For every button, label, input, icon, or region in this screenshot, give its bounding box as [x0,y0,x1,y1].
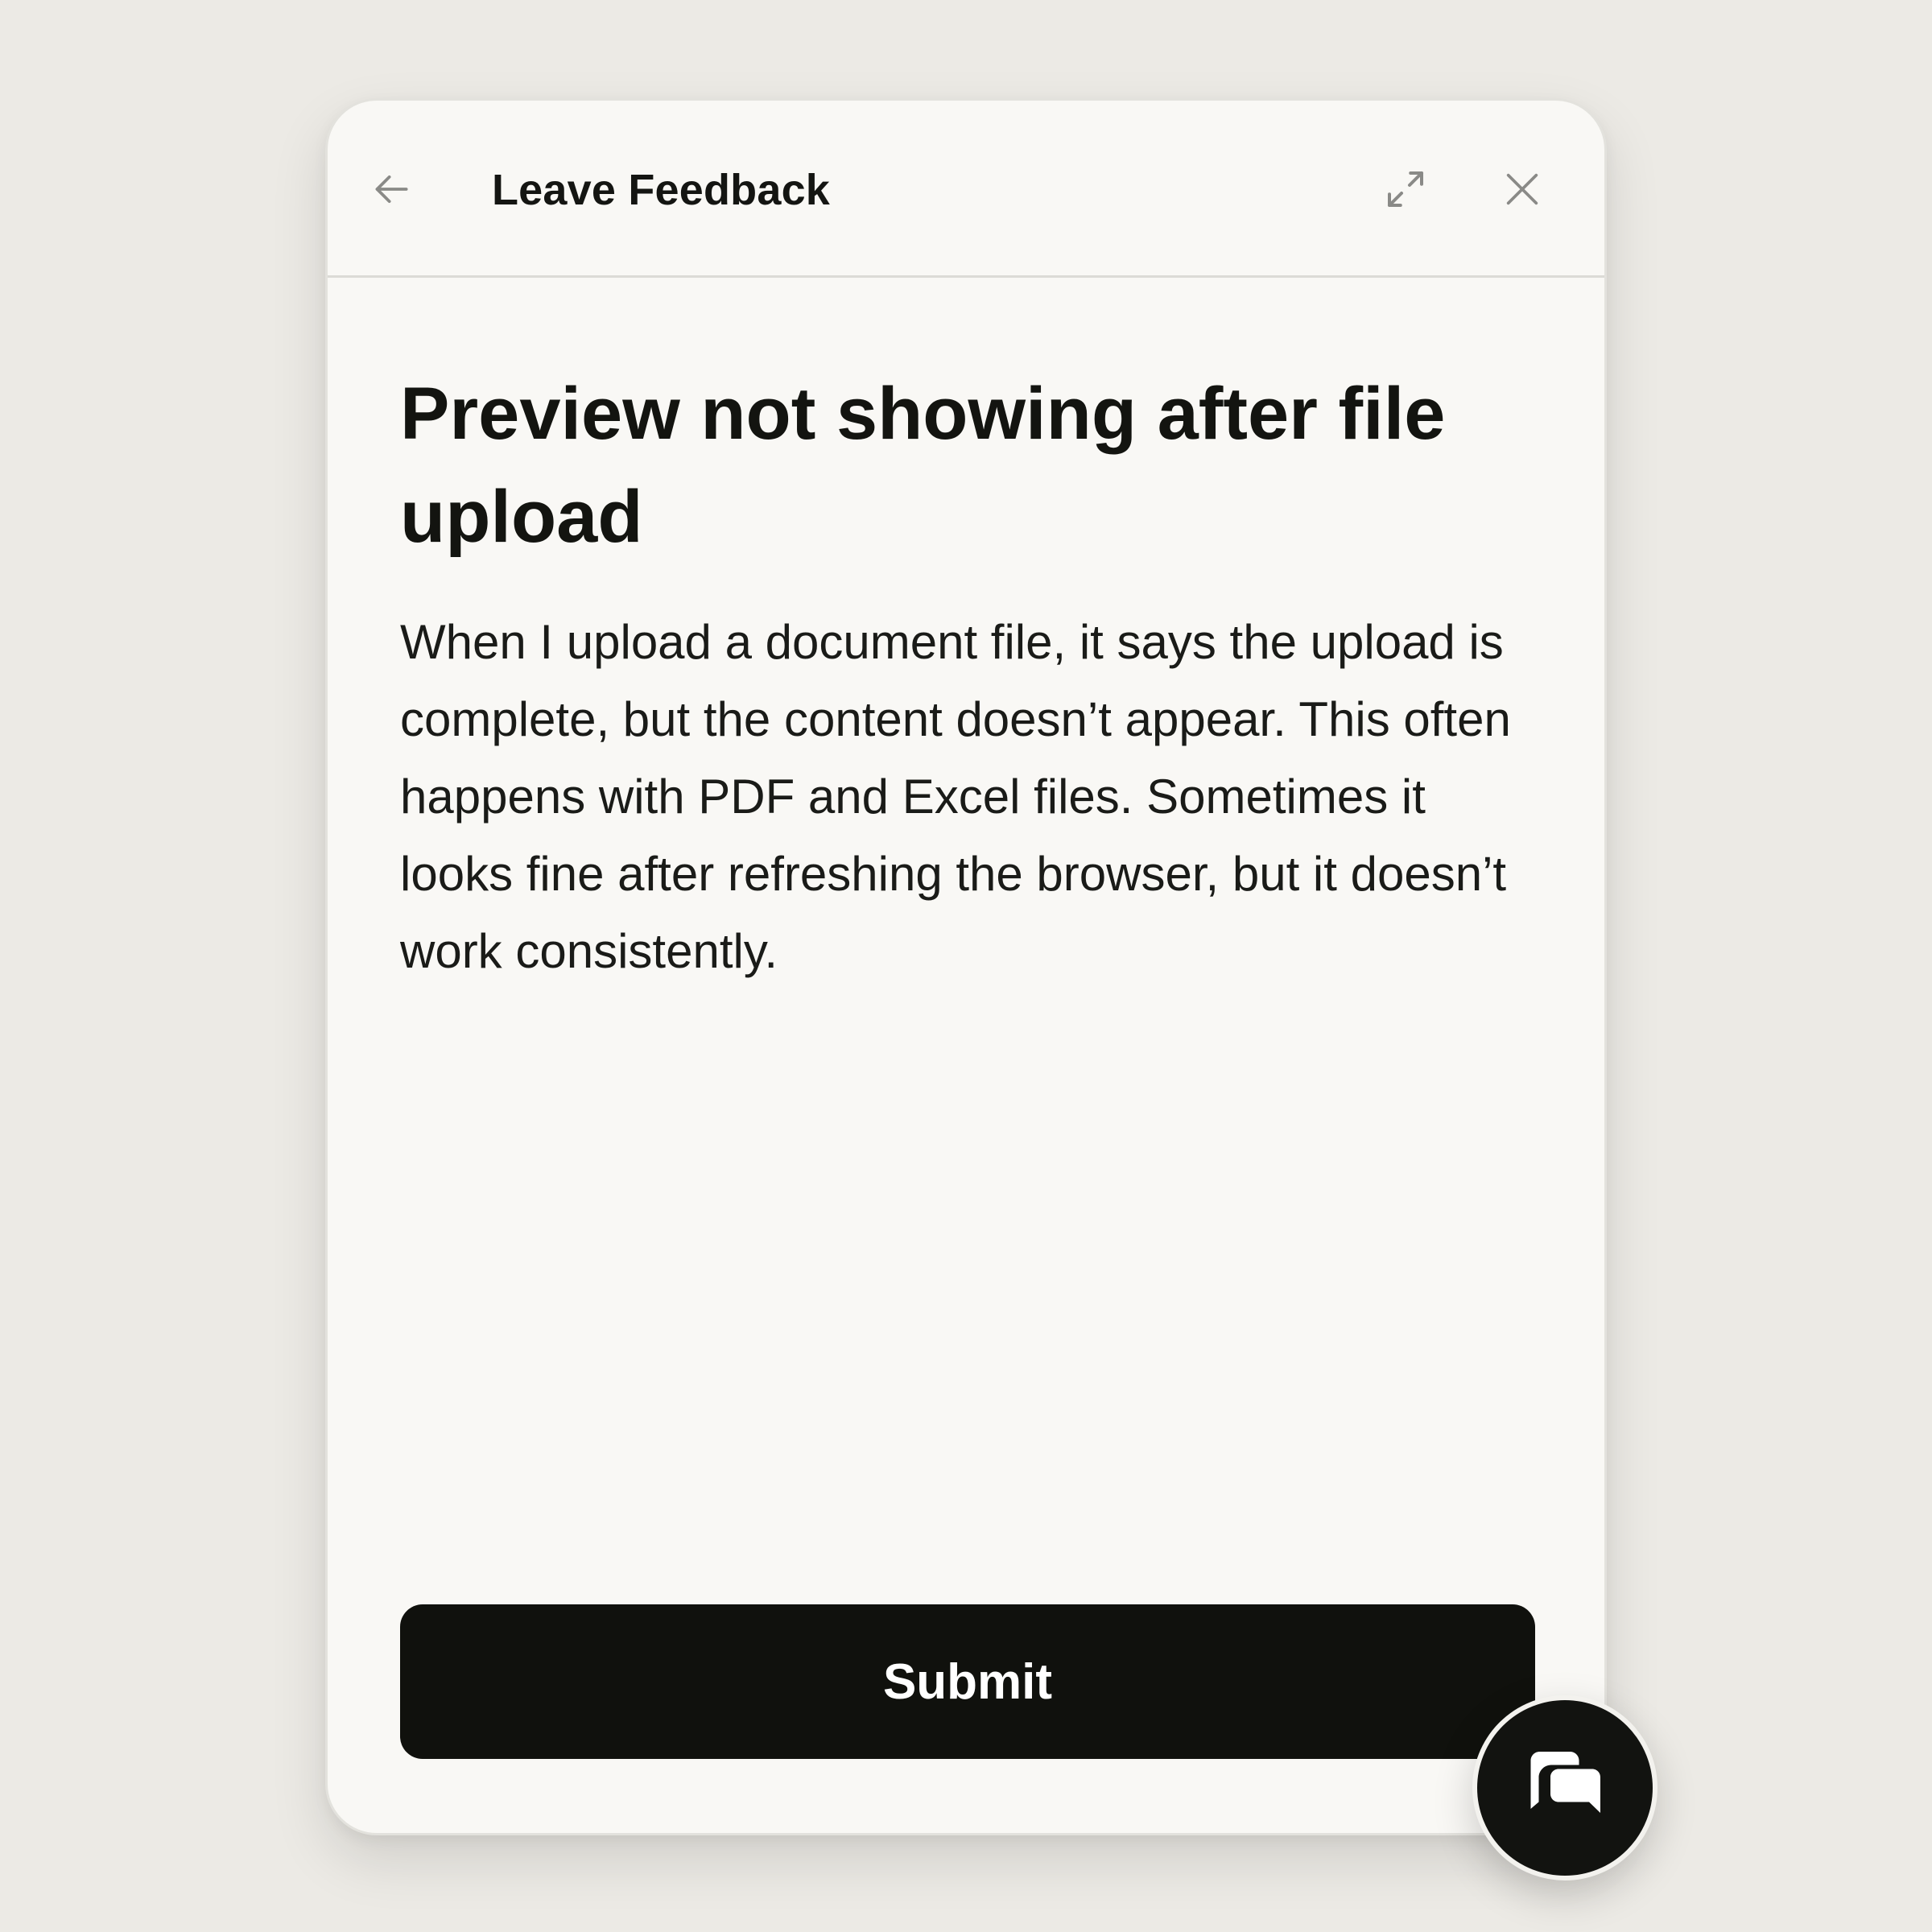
chat-bubbles-icon [1530,1752,1600,1813]
close-button[interactable] [1493,160,1551,218]
panel-title: Leave Feedback [492,166,831,214]
feedback-body: When I upload a document file, it says t… [400,615,1511,978]
panel-header: Leave Feedback [328,101,1604,278]
arrow-left-icon [375,175,408,204]
back-button[interactable] [362,160,420,218]
feedback-content: Preview not showing after file upload Wh… [400,362,1543,990]
expand-button[interactable] [1377,160,1435,218]
feedback-panel: Leave Feedback Preview not showing after… [325,98,1607,1835]
expand-icon [1388,171,1423,207]
chat-button[interactable] [1472,1695,1657,1880]
submit-button[interactable]: Submit [400,1604,1535,1759]
feedback-title: Preview not showing after file upload [400,373,1446,558]
close-icon [1506,173,1538,205]
